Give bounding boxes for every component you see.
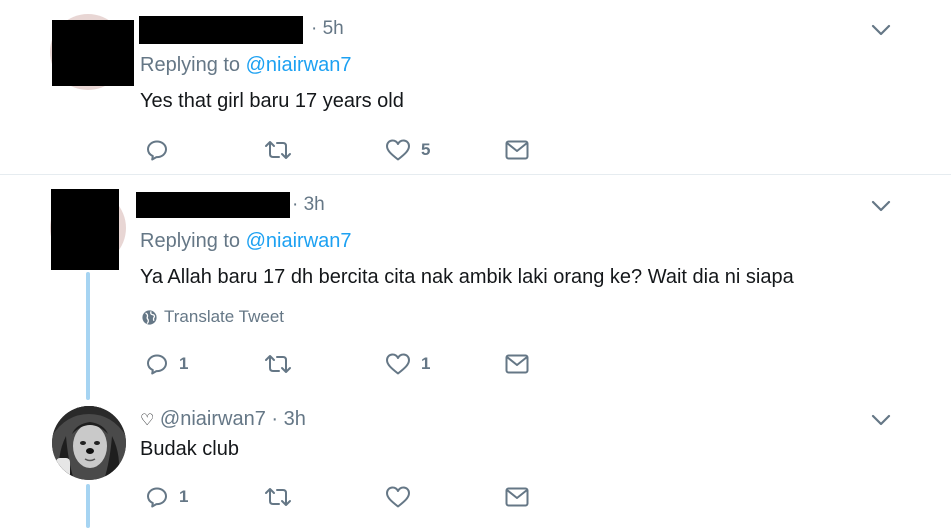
replying-handle-link[interactable]: @niairwan7 [246, 230, 352, 252]
tweet-1-timestamp[interactable]: · 5h [311, 18, 344, 40]
dm-button[interactable] [504, 483, 530, 511]
retweet-button[interactable] [263, 136, 303, 164]
retweet-button[interactable] [263, 483, 303, 511]
replying-prefix: Replying to [140, 230, 241, 252]
tweet-1-replying-to: Replying to @niairwan7 [140, 54, 352, 77]
chevron-down-icon[interactable] [869, 408, 893, 432]
envelope-icon [505, 487, 529, 507]
dm-button[interactable] [504, 350, 530, 378]
retweet-icon [265, 355, 291, 373]
replying-prefix: Replying to [140, 54, 241, 76]
like-button[interactable] [385, 483, 421, 511]
translate-tweet-link[interactable]: Translate Tweet [141, 307, 284, 327]
heart-icon [386, 353, 410, 375]
translate-label: Translate Tweet [164, 307, 285, 326]
like-button[interactable]: 5 [385, 136, 430, 164]
profile-photo [52, 406, 126, 480]
reply-icon [147, 487, 167, 508]
tweet-3-timestamp[interactable]: · 3h [271, 408, 305, 430]
dm-button[interactable] [504, 136, 530, 164]
retweet-icon [265, 488, 291, 506]
like-count: 5 [421, 140, 431, 159]
reply-icon [147, 354, 167, 375]
retweet-icon [265, 141, 291, 159]
reply-icon [147, 140, 167, 161]
tweet-1-text: Yes that girl baru 17 years old [140, 90, 404, 112]
reply-button[interactable]: 1 [145, 350, 188, 378]
tweet-3-author-line: ♡ @niairwan7 · 3h [140, 408, 306, 431]
tweet-3-text: Budak club [140, 438, 239, 460]
reply-button[interactable]: 1 [145, 483, 188, 511]
reply-count: 1 [179, 354, 189, 373]
tweet-2-text: Ya Allah baru 17 dh bercita cita nak amb… [140, 266, 794, 288]
tweet-3-avatar[interactable] [52, 406, 126, 480]
envelope-icon [505, 354, 529, 374]
reply-count: 1 [179, 487, 189, 506]
like-count: 1 [421, 354, 431, 373]
tweet-2-replying-to: Replying to @niairwan7 [140, 230, 352, 253]
envelope-icon [505, 140, 529, 160]
retweet-button[interactable] [263, 350, 303, 378]
tweet-2-avatar-redaction [51, 189, 119, 270]
chevron-down-icon[interactable] [869, 18, 893, 42]
replying-handle-link[interactable]: @niairwan7 [246, 54, 352, 76]
heart-icon [386, 486, 410, 508]
globe-icon [142, 309, 157, 325]
thread-connector-line [86, 272, 90, 400]
reply-button[interactable] [145, 136, 179, 164]
chevron-down-icon[interactable] [869, 194, 893, 218]
author-name-glyph: ♡ [140, 412, 155, 429]
tweet-1-avatar-redaction [52, 20, 134, 86]
tweet-2-timestamp[interactable]: · 3h [292, 194, 325, 216]
tweet-1-author-redaction [139, 16, 303, 44]
tweet-divider [0, 174, 951, 175]
author-handle-link[interactable]: @niairwan7 [160, 408, 266, 430]
like-button[interactable]: 1 [385, 350, 430, 378]
tweet-2-author-redaction [136, 192, 290, 218]
thread-connector-line [86, 484, 90, 528]
heart-icon [386, 139, 410, 161]
